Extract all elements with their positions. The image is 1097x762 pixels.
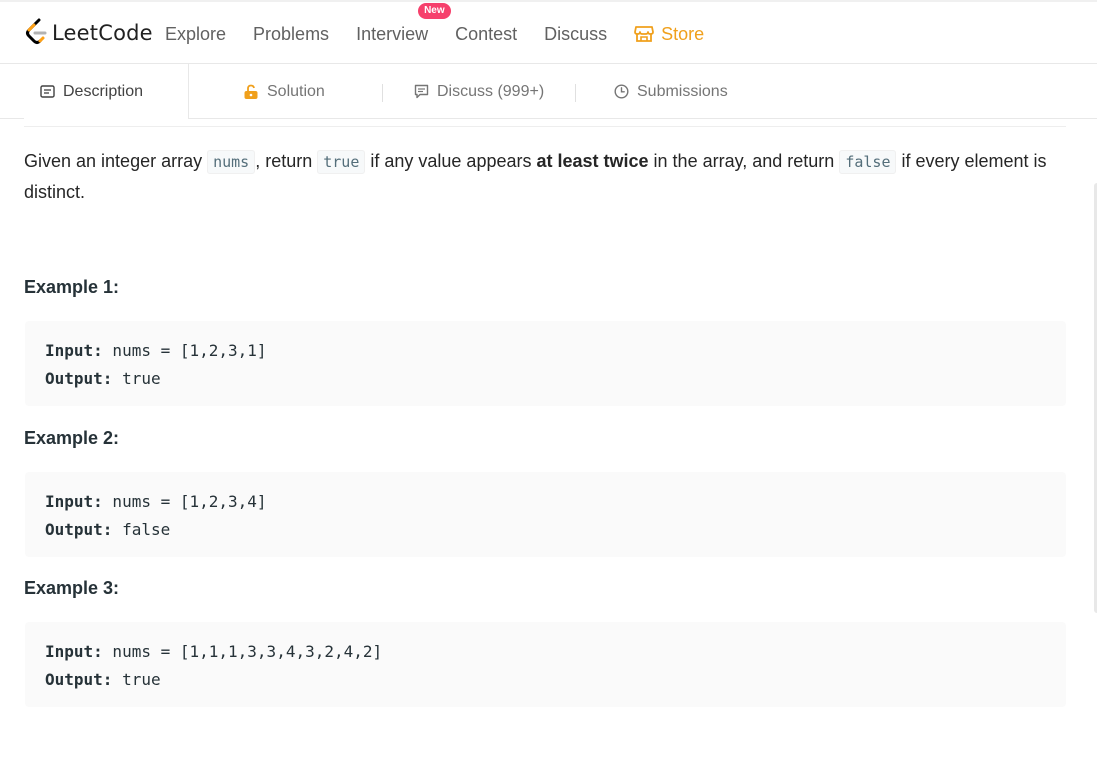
nav-explore[interactable]: Explore (165, 24, 226, 45)
nav-discuss[interactable]: Discuss (544, 24, 607, 45)
nav-links: Explore Problems Interview New Contest D… (165, 2, 731, 66)
store-icon (634, 25, 655, 43)
tab-solution[interactable]: Solution (243, 64, 325, 119)
description-icon (40, 85, 55, 98)
tab-discuss[interactable]: Discuss (999+) (414, 64, 544, 119)
desc-text: , return (255, 151, 318, 171)
tab-submissions[interactable]: Submissions (614, 64, 728, 119)
desc-text: if any value appears (365, 151, 537, 171)
output-value: true (112, 369, 161, 388)
description-text: Given an integer array nums, return true… (24, 146, 1066, 207)
desc-text: in the array, and return (648, 151, 840, 171)
tab-divider (575, 84, 576, 102)
example-1-title: Example 1: (24, 277, 120, 297)
nav-store-label: Store (661, 23, 705, 44)
nav-interview-label: Interview (356, 23, 429, 44)
input-value: nums = [1,1,1,3,3,4,3,2,4,2] (102, 642, 383, 661)
inline-code-true: true (317, 150, 366, 174)
new-badge: New (418, 2, 451, 19)
divider (24, 126, 1066, 127)
tab-description[interactable]: Description (24, 64, 189, 119)
desc-bold: at least twice (536, 151, 649, 171)
input-label: Input: (45, 341, 103, 360)
input-value: nums = [1,2,3,1] (102, 341, 267, 360)
inline-code-nums: nums (207, 150, 256, 174)
comment-icon (414, 84, 429, 99)
leetcode-logo[interactable]: LeetCode (24, 16, 153, 50)
output-label: Output: (45, 520, 113, 539)
tab-description-label: Description (63, 82, 144, 100)
inline-code-false: false (839, 150, 897, 174)
output-label: Output: (45, 670, 113, 689)
tab-divider (382, 84, 383, 102)
nav-problems[interactable]: Problems (253, 24, 329, 45)
example-3-box: Input: nums = [1,1,1,3,3,4,3,2,4,2] Outp… (25, 622, 1066, 707)
tab-discuss-label: Discuss (999+) (437, 82, 545, 100)
problem-description: Given an integer array nums, return true… (24, 146, 1066, 207)
example-2-title: Example 2: (24, 428, 120, 448)
desc-text: Given an integer array (24, 151, 208, 171)
tab-solution-label: Solution (267, 82, 325, 100)
top-navigation: LeetCode Explore Problems Interview New … (0, 0, 1097, 64)
input-label: Input: (45, 492, 103, 511)
problem-tabs: Description Solution Discuss (999+) Subm… (0, 64, 1097, 119)
output-value: true (112, 670, 161, 689)
leetcode-logo-icon (26, 18, 47, 44)
input-value: nums = [1,2,3,4] (102, 492, 267, 511)
nav-interview[interactable]: Interview New (356, 2, 451, 45)
output-label: Output: (45, 369, 113, 388)
tab-submissions-label: Submissions (637, 82, 728, 100)
example-2-box: Input: nums = [1,2,3,4] Output: false (25, 472, 1066, 557)
output-value: false (112, 520, 171, 539)
unlock-icon (243, 84, 259, 100)
clock-icon (614, 84, 629, 99)
nav-store[interactable]: Store (634, 24, 704, 45)
logo-text: LeetCode (52, 21, 153, 45)
input-label: Input: (45, 642, 103, 661)
nav-contest[interactable]: Contest (455, 24, 517, 45)
example-3-title: Example 3: (24, 578, 120, 598)
example-1-box: Input: nums = [1,2,3,1] Output: true (25, 321, 1066, 406)
